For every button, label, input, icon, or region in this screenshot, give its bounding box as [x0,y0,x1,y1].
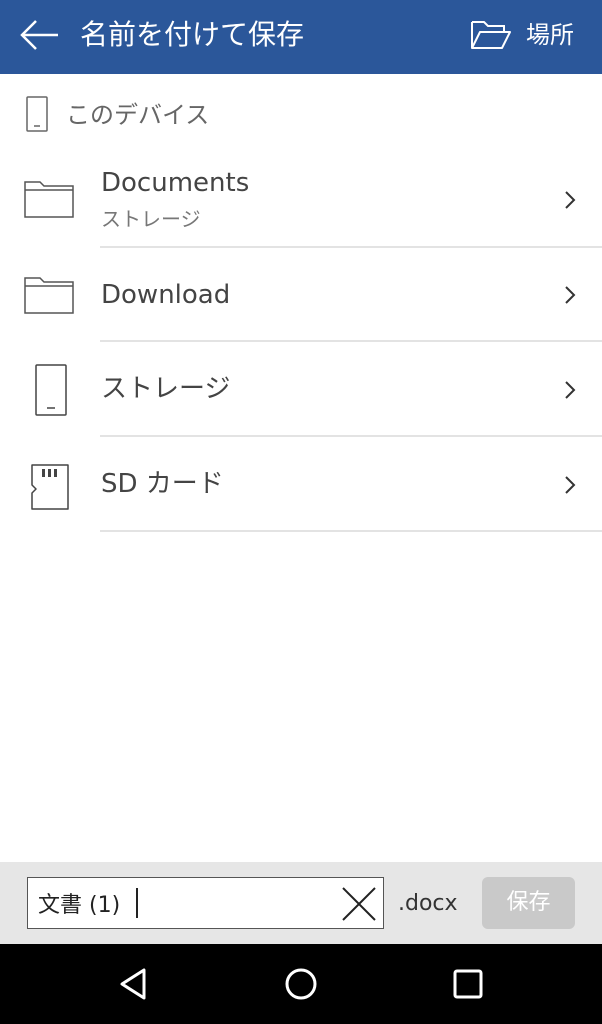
title-bar: 名前を付けて保存 場所 [0,0,602,74]
back-triangle-icon[interactable] [114,964,154,1004]
chevron-right-icon [565,381,576,399]
folder-icon [24,181,74,218]
location-button[interactable]: 場所 [452,0,602,74]
list-item-sublabel: ストレージ [101,207,201,231]
list-item-label: Download [101,280,231,310]
filename-field[interactable] [27,877,384,929]
recents-square-icon[interactable] [448,964,488,1004]
chevron-right-icon [565,476,576,494]
divider [100,340,602,342]
system-nav-bar [0,944,602,1024]
divider [100,435,602,437]
folder-icon [24,277,74,314]
file-extension: .docx [398,891,458,916]
arrow-left-icon [20,20,58,50]
divider [100,530,602,532]
list-item-download[interactable]: Download [0,248,602,342]
save-bar: .docx 保存 [0,862,602,944]
phone-icon [35,364,67,416]
back-button[interactable] [18,14,62,58]
list-item-sd-card[interactable]: SD カード [0,438,602,532]
chevron-right-icon [565,191,576,209]
text-cursor [136,888,138,918]
list-item-documents[interactable]: Documents ストレージ [0,154,602,248]
location-label: 場所 [526,21,574,49]
section-this-device: このデバイス [0,88,602,144]
list-item-label: ストレージ [101,374,231,404]
chevron-right-icon [565,286,576,304]
page-title: 名前を付けて保存 [80,18,305,51]
filename-input[interactable] [38,884,328,922]
sd-card-icon [31,464,69,510]
home-circle-icon[interactable] [281,964,321,1004]
save-button[interactable]: 保存 [482,877,575,929]
close-icon[interactable] [341,886,377,922]
phone-icon [26,96,48,132]
section-label: このデバイス [66,101,210,129]
list-item-label: SD カード [101,469,224,499]
folder-open-icon [471,21,511,49]
list-item-storage[interactable]: ストレージ [0,343,602,437]
list-item-label: Documents [101,168,250,198]
